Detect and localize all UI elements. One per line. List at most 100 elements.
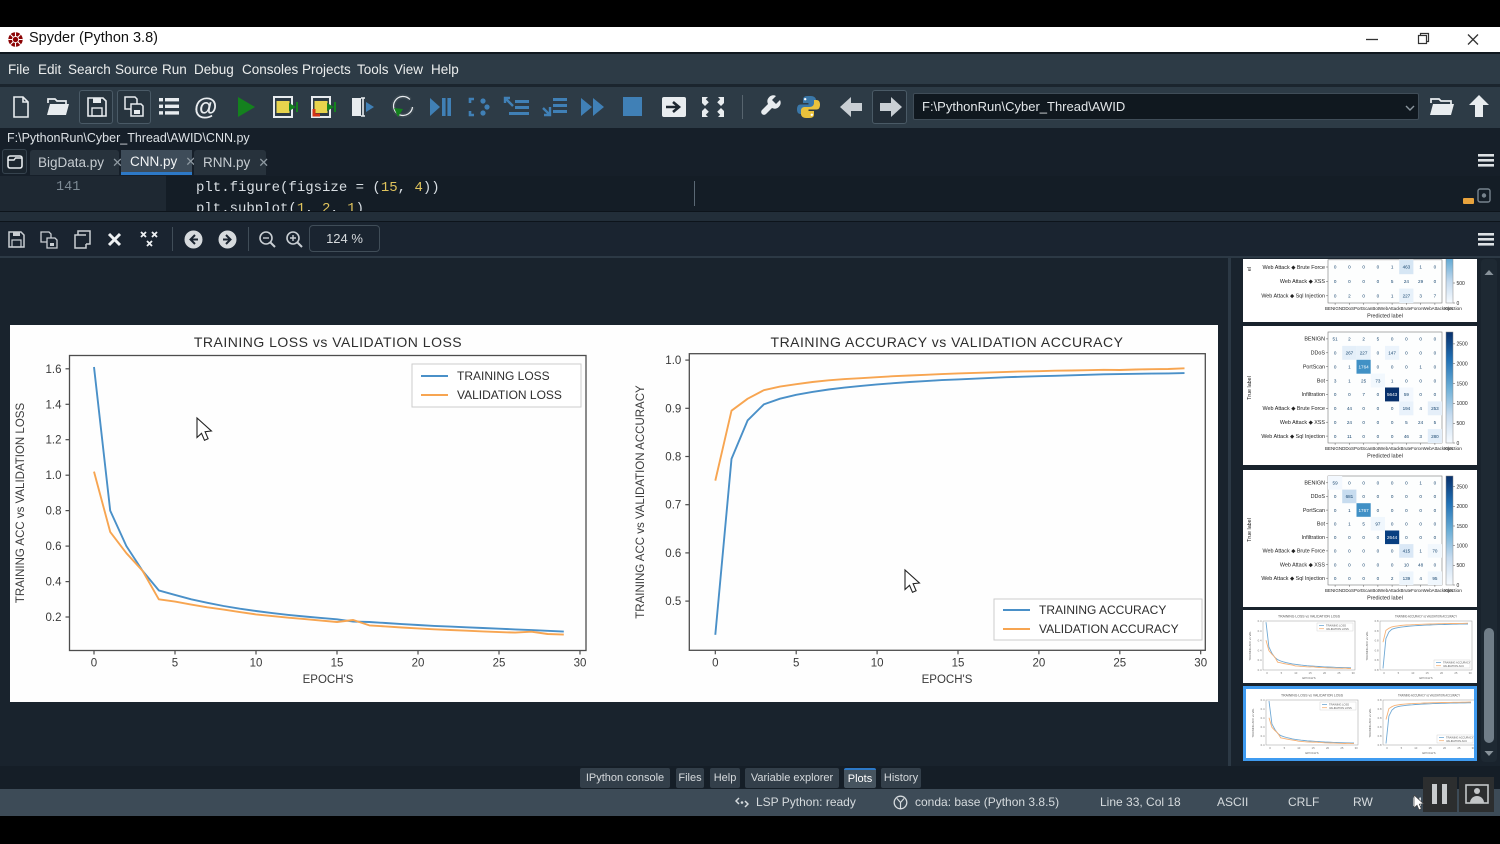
svg-text:0: 0 bbox=[1348, 576, 1351, 581]
svg-text:25: 25 bbox=[1113, 657, 1126, 669]
svg-text:46: 46 bbox=[1404, 434, 1410, 439]
svg-text:VALIDATION ACCURACY: VALIDATION ACCURACY bbox=[1039, 622, 1179, 636]
svg-text:0: 0 bbox=[1419, 494, 1422, 499]
svg-text:0.8: 0.8 bbox=[46, 506, 62, 518]
svg-text:Infiltration: Infiltration bbox=[1302, 392, 1325, 398]
svg-text:500: 500 bbox=[1457, 563, 1466, 569]
svg-text:0: 0 bbox=[1405, 378, 1408, 383]
svg-text:147: 147 bbox=[1388, 351, 1396, 356]
svg-text:5: 5 bbox=[172, 658, 178, 670]
svg-text:0: 0 bbox=[1419, 521, 1422, 526]
svg-text:5643: 5643 bbox=[1387, 392, 1398, 397]
svg-text:Bot: Bot bbox=[1317, 378, 1326, 384]
svg-text:0: 0 bbox=[1362, 576, 1365, 581]
svg-text:DDoS: DDoS bbox=[1311, 351, 1326, 357]
svg-text:73: 73 bbox=[1375, 378, 1381, 383]
svg-text:0: 0 bbox=[1362, 406, 1365, 411]
svg-text:5: 5 bbox=[1434, 420, 1437, 425]
svg-text:0.8: 0.8 bbox=[1375, 619, 1379, 623]
svg-text:BENIGNDDoSPortScanBotWebAttack: BENIGNDDoSPortScanBotWebAttackBruteForce… bbox=[1325, 588, 1453, 594]
svg-text:194: 194 bbox=[1403, 406, 1411, 411]
svg-text:BENIGNDDoSPortScanBotWebAttack: BENIGNDDoSPortScanBotWebAttackBruteForce… bbox=[1325, 446, 1453, 452]
svg-text:TRAINING ACCURACY: TRAINING ACCURACY bbox=[1039, 603, 1166, 617]
svg-text:0: 0 bbox=[1434, 494, 1437, 499]
svg-text:0: 0 bbox=[1362, 420, 1365, 425]
svg-text:0: 0 bbox=[1377, 364, 1380, 369]
svg-text:20: 20 bbox=[1326, 746, 1330, 750]
svg-text:0.4: 0.4 bbox=[1258, 658, 1262, 662]
svg-text:0: 0 bbox=[1334, 406, 1337, 411]
svg-text:0: 0 bbox=[1348, 265, 1351, 270]
svg-text:0: 0 bbox=[1419, 535, 1422, 540]
svg-text:20: 20 bbox=[412, 658, 425, 670]
svg-text:500: 500 bbox=[1457, 281, 1466, 287]
svg-text:0.4: 0.4 bbox=[1261, 734, 1265, 738]
svg-text:0: 0 bbox=[1377, 420, 1380, 425]
svg-text:0: 0 bbox=[1391, 549, 1394, 554]
svg-text:PortScan: PortScan bbox=[1303, 508, 1325, 514]
svg-text:0: 0 bbox=[1457, 441, 1460, 447]
svg-text:BENIGNDDoSPortScanBotWebAttack: BENIGNDDoSPortScanBotWebAttackBruteForce… bbox=[1325, 306, 1453, 312]
svg-text:2500: 2500 bbox=[1457, 484, 1468, 490]
svg-text:1500: 1500 bbox=[1457, 524, 1468, 530]
svg-text:25: 25 bbox=[493, 658, 506, 670]
svg-text:TRAINING ACC vs VAL: TRAINING ACC vs VAL bbox=[1248, 631, 1252, 661]
svg-text:1.6: 1.6 bbox=[46, 364, 62, 376]
svg-text:10: 10 bbox=[250, 658, 263, 670]
svg-text:5: 5 bbox=[1377, 337, 1380, 342]
svg-text:0: 0 bbox=[1391, 406, 1394, 411]
svg-text:20: 20 bbox=[1440, 671, 1444, 675]
svg-text:2: 2 bbox=[1348, 337, 1351, 342]
svg-text:5: 5 bbox=[1405, 420, 1408, 425]
svg-text:0.8: 0.8 bbox=[1375, 639, 1379, 643]
svg-text:29: 29 bbox=[1418, 279, 1424, 284]
svg-text:20: 20 bbox=[1443, 746, 1447, 750]
svg-text:0: 0 bbox=[1362, 535, 1365, 540]
svg-text:0: 0 bbox=[1334, 508, 1337, 513]
svg-text:0: 0 bbox=[1391, 420, 1394, 425]
svg-text:DDoS: DDoS bbox=[1311, 494, 1326, 500]
svg-text:VALIDATION LOSS: VALIDATION LOSS bbox=[457, 388, 562, 402]
svg-text:0: 0 bbox=[1362, 494, 1365, 499]
svg-text:51: 51 bbox=[1333, 337, 1339, 342]
svg-text:0: 0 bbox=[1377, 481, 1380, 486]
svg-text:0: 0 bbox=[1434, 279, 1437, 284]
svg-text:0.9: 0.9 bbox=[665, 403, 681, 415]
svg-text:11: 11 bbox=[1347, 434, 1352, 439]
svg-text:1: 1 bbox=[1391, 294, 1394, 299]
svg-text:0: 0 bbox=[1405, 481, 1408, 486]
svg-text:24: 24 bbox=[1404, 279, 1410, 284]
svg-text:0: 0 bbox=[1348, 535, 1351, 540]
svg-text:25: 25 bbox=[1457, 746, 1461, 750]
svg-text:10: 10 bbox=[1297, 746, 1301, 750]
svg-text:0: 0 bbox=[1419, 378, 1422, 383]
svg-text:EPOCH'S: EPOCH'S bbox=[1302, 676, 1315, 680]
svg-text:0.8: 0.8 bbox=[1378, 716, 1382, 720]
svg-text:463: 463 bbox=[1403, 265, 1411, 270]
svg-text:1.4: 1.4 bbox=[46, 399, 63, 411]
svg-text:VALIDATION ACC: VALIDATION ACC bbox=[1443, 664, 1464, 668]
svg-text:EPOCH'S: EPOCH'S bbox=[1419, 676, 1432, 680]
svg-text:4: 4 bbox=[1419, 576, 1422, 581]
svg-text:0: 0 bbox=[1377, 392, 1380, 397]
svg-text:Web Attack ◆ Sql Injection: Web Attack ◆ Sql Injection bbox=[1261, 294, 1325, 300]
svg-text:0: 0 bbox=[1334, 549, 1337, 554]
svg-text:30: 30 bbox=[1472, 746, 1474, 750]
svg-text:0: 0 bbox=[1362, 481, 1365, 486]
svg-text:1: 1 bbox=[1348, 364, 1351, 369]
svg-text:0.8: 0.8 bbox=[1375, 658, 1379, 662]
svg-text:0: 0 bbox=[1377, 265, 1380, 270]
svg-text:Web Attack ◆ XSS: Web Attack ◆ XSS bbox=[1280, 420, 1325, 426]
svg-text:TRAINING ACC vs VAL: TRAINING ACC vs VAL bbox=[1251, 708, 1255, 738]
svg-text:VALIDATION LOSS: VALIDATION LOSS bbox=[1326, 627, 1349, 631]
svg-text:1: 1 bbox=[1419, 481, 1422, 486]
svg-text:0: 0 bbox=[1348, 392, 1351, 397]
svg-text:3: 3 bbox=[1419, 294, 1422, 299]
svg-text:4: 4 bbox=[1419, 406, 1422, 411]
svg-text:0: 0 bbox=[1434, 521, 1437, 526]
svg-text:TRAINING LOSS: TRAINING LOSS bbox=[457, 369, 550, 383]
svg-text:0: 0 bbox=[1419, 337, 1422, 342]
svg-text:0: 0 bbox=[1434, 351, 1437, 356]
svg-text:Web Attack ◆ Sql Injection: Web Attack ◆ Sql Injection bbox=[1261, 434, 1325, 440]
svg-text:0.4: 0.4 bbox=[1258, 629, 1262, 633]
